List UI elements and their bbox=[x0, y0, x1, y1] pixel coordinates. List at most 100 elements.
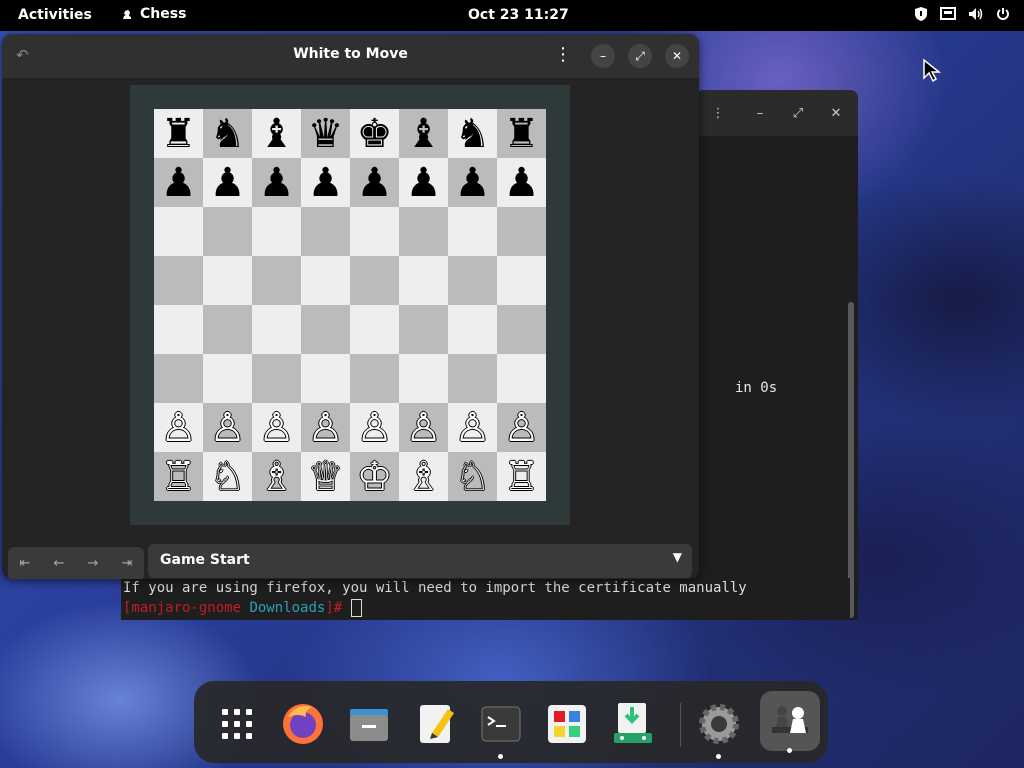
square-a8[interactable]: ♜ bbox=[154, 109, 203, 158]
chess-piece[interactable]: ♟ bbox=[308, 163, 344, 203]
chess-piece[interactable]: ♙ bbox=[259, 408, 295, 448]
chess-piece[interactable]: ♘ bbox=[210, 457, 246, 497]
privacy-shield-icon[interactable] bbox=[914, 6, 928, 22]
chess-dock-icon[interactable] bbox=[760, 691, 820, 753]
chess-piece[interactable]: ♟ bbox=[210, 163, 246, 203]
terminal-output[interactable]: If you are using firefox, you will need … bbox=[121, 578, 850, 620]
square-b8[interactable]: ♞ bbox=[203, 109, 252, 158]
app-grid-icon[interactable] bbox=[212, 699, 262, 749]
square-h3[interactable] bbox=[497, 354, 546, 403]
chess-piece[interactable]: ♞ bbox=[455, 114, 491, 154]
square-g7[interactable]: ♟ bbox=[448, 158, 497, 207]
square-g5[interactable] bbox=[448, 256, 497, 305]
square-c1[interactable]: ♗ bbox=[252, 452, 301, 501]
files-icon[interactable] bbox=[344, 699, 394, 749]
chess-piece[interactable]: ♖ bbox=[504, 457, 540, 497]
chess-piece[interactable]: ♝ bbox=[259, 114, 295, 154]
previous-move-icon[interactable]: ← bbox=[42, 547, 76, 579]
terminal-scrollbar[interactable] bbox=[848, 302, 854, 618]
square-c7[interactable]: ♟ bbox=[252, 158, 301, 207]
terminal-headerbar[interactable]: ⋮ – ⤢ ✕ bbox=[696, 90, 858, 136]
square-c8[interactable]: ♝ bbox=[252, 109, 301, 158]
volume-icon[interactable] bbox=[968, 7, 984, 21]
square-a2[interactable]: ♙ bbox=[154, 403, 203, 452]
square-a7[interactable]: ♟ bbox=[154, 158, 203, 207]
chess-piece[interactable]: ♕ bbox=[308, 457, 344, 497]
square-b7[interactable]: ♟ bbox=[203, 158, 252, 207]
square-a1[interactable]: ♖ bbox=[154, 452, 203, 501]
square-h5[interactable] bbox=[497, 256, 546, 305]
chess-board[interactable]: ♜ ♞ ♝ ♛ ♚ ♝ ♞ ♜ ♟ ♟ ♟ ♟ ♟ ♟ ♟ ♟ ♙ ♙ ♙ ♙ ♙ ♙ ♙ ♙ ♖ ♘ ♗ ♕ ♔ ♗ ♘ ♖ bbox=[154, 109, 546, 501]
chess-piece[interactable]: ♜ bbox=[161, 114, 197, 154]
terminal-close-button[interactable]: ✕ bbox=[824, 102, 848, 126]
square-e4[interactable] bbox=[350, 305, 399, 354]
chess-piece[interactable]: ♔ bbox=[357, 457, 393, 497]
chess-piece[interactable]: ♛ bbox=[308, 114, 344, 154]
chess-piece[interactable]: ♙ bbox=[504, 408, 540, 448]
text-editor-icon[interactable] bbox=[410, 699, 460, 749]
chess-piece[interactable]: ♟ bbox=[504, 163, 540, 203]
chess-piece[interactable]: ♜ bbox=[504, 114, 540, 154]
square-d6[interactable] bbox=[301, 207, 350, 256]
square-g8[interactable]: ♞ bbox=[448, 109, 497, 158]
terminal-icon[interactable] bbox=[476, 699, 526, 759]
square-e8[interactable]: ♚ bbox=[350, 109, 399, 158]
square-d4[interactable] bbox=[301, 305, 350, 354]
square-e6[interactable] bbox=[350, 207, 399, 256]
chess-piece[interactable]: ♚ bbox=[357, 114, 393, 154]
chess-piece[interactable]: ♟ bbox=[161, 163, 197, 203]
chess-piece[interactable]: ♖ bbox=[161, 457, 197, 497]
chess-piece[interactable]: ♝ bbox=[406, 114, 442, 154]
menu-icon[interactable]: ⋮ bbox=[554, 44, 572, 65]
square-f8[interactable]: ♝ bbox=[399, 109, 448, 158]
square-c6[interactable] bbox=[252, 207, 301, 256]
square-b6[interactable] bbox=[203, 207, 252, 256]
square-e1[interactable]: ♔ bbox=[350, 452, 399, 501]
chess-piece[interactable]: ♙ bbox=[308, 408, 344, 448]
square-g1[interactable]: ♘ bbox=[448, 452, 497, 501]
chess-piece[interactable]: ♙ bbox=[406, 408, 442, 448]
history-navigation[interactable]: ⇤ ← → ⇥ bbox=[8, 547, 144, 579]
square-c2[interactable]: ♙ bbox=[252, 403, 301, 452]
terminal-maximize-button[interactable]: ⤢ bbox=[786, 102, 810, 126]
terminal-menu-icon[interactable]: ⋮ bbox=[706, 102, 730, 126]
square-d5[interactable] bbox=[301, 256, 350, 305]
square-f6[interactable] bbox=[399, 207, 448, 256]
square-d2[interactable]: ♙ bbox=[301, 403, 350, 452]
square-h1[interactable]: ♖ bbox=[497, 452, 546, 501]
square-a3[interactable] bbox=[154, 354, 203, 403]
square-b3[interactable] bbox=[203, 354, 252, 403]
first-move-icon[interactable]: ⇤ bbox=[8, 547, 42, 579]
terminal-minimize-button[interactable]: – bbox=[748, 102, 772, 126]
history-combo[interactable]: Game Start ▼ bbox=[148, 544, 692, 578]
firefox-icon[interactable] bbox=[278, 699, 328, 749]
next-move-icon[interactable]: → bbox=[76, 547, 110, 579]
chess-headerbar[interactable]: ↶ White to Move ⋮ – ⤢ ✕ bbox=[2, 34, 699, 78]
square-b1[interactable]: ♘ bbox=[203, 452, 252, 501]
chess-piece[interactable]: ♙ bbox=[357, 408, 393, 448]
square-b2[interactable]: ♙ bbox=[203, 403, 252, 452]
chess-piece[interactable]: ♟ bbox=[406, 163, 442, 203]
square-c4[interactable] bbox=[252, 305, 301, 354]
square-a6[interactable] bbox=[154, 207, 203, 256]
square-e7[interactable]: ♟ bbox=[350, 158, 399, 207]
square-d3[interactable] bbox=[301, 354, 350, 403]
square-a5[interactable] bbox=[154, 256, 203, 305]
chess-piece[interactable]: ♗ bbox=[406, 457, 442, 497]
software-icon[interactable] bbox=[542, 699, 592, 749]
chess-piece[interactable]: ♞ bbox=[210, 114, 246, 154]
power-icon[interactable] bbox=[996, 7, 1010, 21]
settings-icon[interactable] bbox=[694, 699, 744, 759]
square-f2[interactable]: ♙ bbox=[399, 403, 448, 452]
square-a4[interactable] bbox=[154, 305, 203, 354]
square-e5[interactable] bbox=[350, 256, 399, 305]
maximize-button[interactable]: ⤢ bbox=[628, 44, 652, 68]
chess-piece[interactable]: ♙ bbox=[210, 408, 246, 448]
chess-piece[interactable]: ♟ bbox=[259, 163, 295, 203]
square-g2[interactable]: ♙ bbox=[448, 403, 497, 452]
app-menu[interactable]: Chess bbox=[120, 6, 186, 22]
square-f3[interactable] bbox=[399, 354, 448, 403]
square-f4[interactable] bbox=[399, 305, 448, 354]
square-h8[interactable]: ♜ bbox=[497, 109, 546, 158]
chess-piece[interactable]: ♙ bbox=[161, 408, 197, 448]
